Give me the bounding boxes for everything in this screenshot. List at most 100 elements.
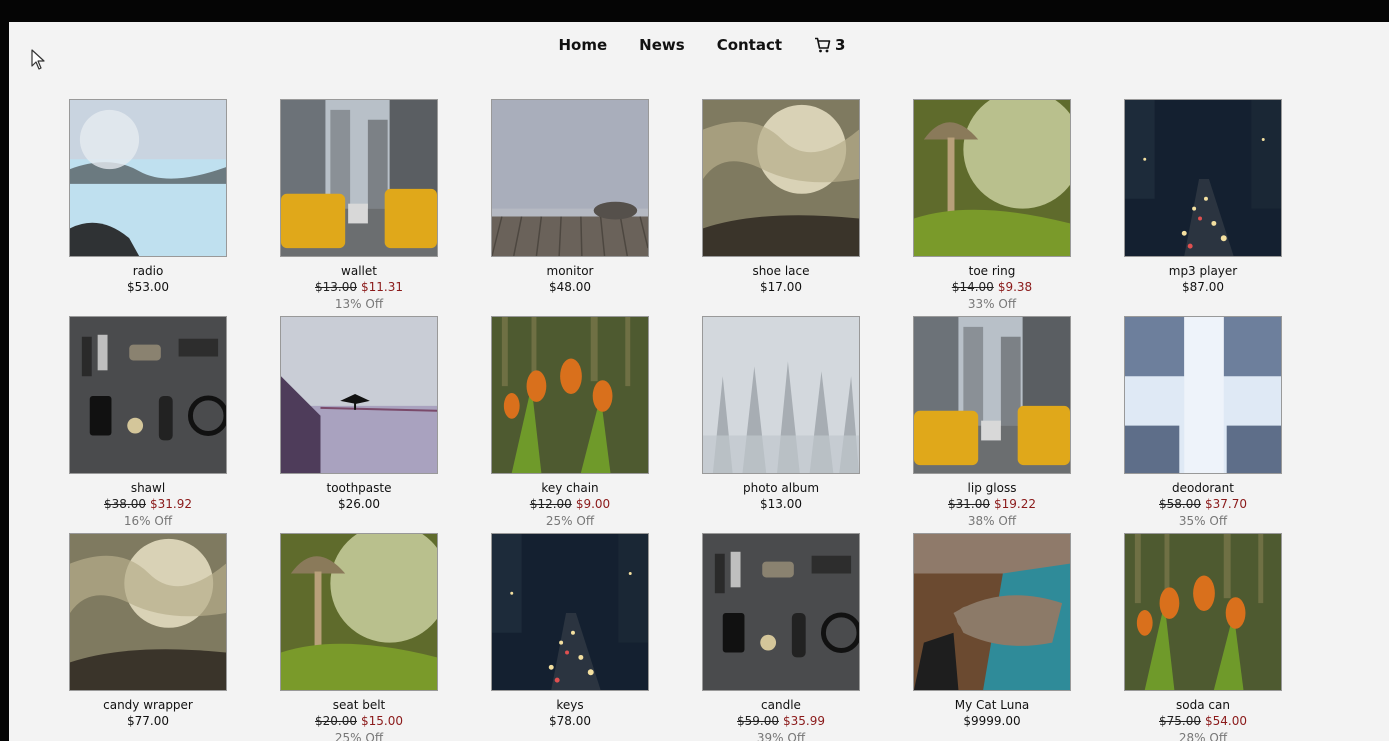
product-image[interactable] [280,533,438,691]
product-name: candy wrapper [103,698,193,712]
product-price-row: $20.00 $15.00 [280,713,438,730]
product-card[interactable]: wallet $13.00 $11.31 13% Off [280,99,438,316]
product-name: radio [132,264,164,278]
product-price: $9999.00 [963,714,1021,728]
product-image[interactable] [491,99,649,257]
product-name: wallet [341,264,377,278]
product-card[interactable]: monitor $48.00 [491,99,649,316]
product-price-row: $53.00 [69,279,227,296]
product-price-row: $12.00 $9.00 [491,496,649,513]
product-card[interactable]: photo album $13.00 [702,316,860,533]
product-image[interactable] [913,316,1071,474]
product-price-row: $13.00 $11.31 [280,279,438,296]
product-image[interactable] [280,99,438,257]
original-price: $14.00 [951,280,994,294]
product-name: monitor [546,264,594,278]
product-card[interactable]: candy wrapper $77.00 [69,533,227,741]
original-price: $59.00 [737,714,779,728]
product-image[interactable] [69,99,227,257]
product-card[interactable]: mp3 player $87.00 [1124,99,1282,316]
product-price-row: $26.00 [280,496,438,513]
product-image[interactable] [69,533,227,691]
original-price: $13.00 [315,280,357,294]
original-price: $12.00 [529,497,572,511]
product-photo [492,100,648,256]
product-name: soda can [1176,698,1230,712]
product-photo [492,534,648,690]
product-card[interactable]: deodorant $58.00 $37.70 35% Off [1124,316,1282,533]
product-image[interactable] [280,316,438,474]
original-price: $58.00 [1159,497,1201,511]
product-price-row: $58.00 $37.70 [1124,496,1282,513]
product-name: keys [556,698,584,712]
discount-label: 39% Off [756,731,806,741]
product-name: photo album [742,481,820,495]
product-card[interactable]: My Cat Luna $9999.00 [913,533,1071,741]
sale-price: $9.38 [997,280,1033,294]
product-name: seat belt [332,698,386,712]
product-name: key chain [541,481,599,495]
product-card[interactable]: soda can $75.00 $54.00 28% Off [1124,533,1282,741]
sale-price: $9.00 [575,497,611,511]
discount-label: 38% Off [967,514,1017,528]
product-price-row: $87.00 [1124,279,1282,296]
product-image[interactable] [491,533,649,691]
product-card[interactable]: shoe lace $17.00 [702,99,860,316]
product-card[interactable]: toe ring $14.00 $9.38 33% Off [913,99,1071,316]
product-card[interactable]: candle $59.00 $35.99 39% Off [702,533,860,741]
product-photo [703,100,859,256]
product-photo [1125,317,1281,473]
product-price: $48.00 [549,280,591,294]
product-photo [703,534,859,690]
product-image[interactable] [913,99,1071,257]
product-name: candle [761,698,801,712]
product-price-row: $48.00 [491,279,649,296]
product-price-row: $38.00 $31.92 [69,496,227,513]
discount-label: 28% Off [1178,731,1228,741]
product-card[interactable]: key chain $12.00 $9.00 25% Off [491,316,649,533]
product-image[interactable] [702,316,860,474]
product-price-row: $14.00 $9.38 [913,279,1071,296]
product-photo [1125,534,1281,690]
product-photo [914,100,1070,256]
product-price: $13.00 [760,497,802,511]
top-nav: Home News Contact 3 [9,36,1389,54]
sale-price: $31.92 [150,497,192,511]
product-image[interactable] [913,533,1071,691]
product-price-row: $17.00 [702,279,860,296]
product-name: lip gloss [967,481,1017,495]
product-price: $26.00 [338,497,380,511]
product-image[interactable] [702,533,860,691]
product-card[interactable]: shawl $38.00 $31.92 16% Off [69,316,227,533]
product-card[interactable]: keys $78.00 [491,533,649,741]
product-photo [281,534,437,690]
product-price-row: $77.00 [69,713,227,730]
product-price: $77.00 [127,714,169,728]
product-card[interactable]: toothpaste $26.00 [280,316,438,533]
product-name: toe ring [968,264,1016,278]
product-image[interactable] [1124,99,1282,257]
sale-price: $35.99 [783,714,825,728]
original-price: $38.00 [104,497,146,511]
product-price-row: $59.00 $35.99 [702,713,860,730]
product-price-row: $13.00 [702,496,860,513]
product-image[interactable] [1124,316,1282,474]
product-card[interactable]: radio $53.00 [69,99,227,316]
product-image[interactable] [1124,533,1282,691]
nav-news-link[interactable]: News [639,36,685,54]
nav-contact-link[interactable]: Contact [717,36,782,54]
cart-button[interactable]: 3 [814,36,845,54]
sale-price: $19.22 [994,497,1036,511]
nav-home-link[interactable]: Home [559,36,608,54]
product-price: $17.00 [760,280,802,294]
product-image[interactable] [69,316,227,474]
sale-price: $15.00 [361,714,403,728]
product-card[interactable]: seat belt $20.00 $15.00 25% Off [280,533,438,741]
cart-icon [815,37,831,53]
product-card[interactable]: lip gloss $31.00 $19.22 38% Off [913,316,1071,533]
sale-price: $11.31 [361,280,403,294]
product-price: $78.00 [549,714,591,728]
product-photo [492,317,648,473]
product-image[interactable] [491,316,649,474]
product-image[interactable] [702,99,860,257]
